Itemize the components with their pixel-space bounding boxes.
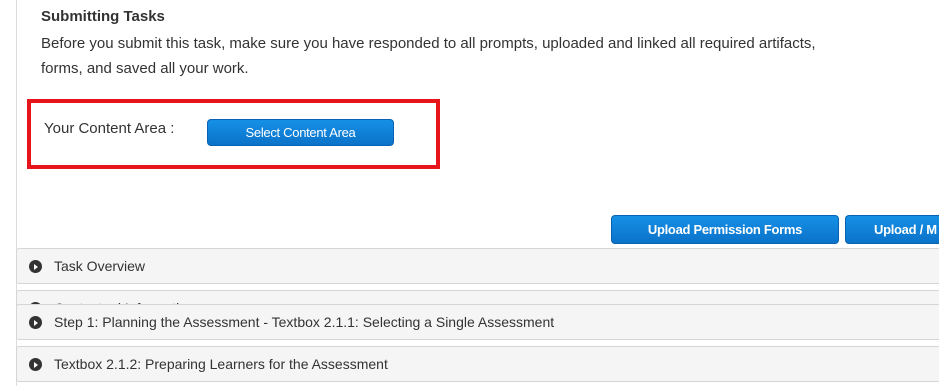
select-content-area-button[interactable]: Select Content Area xyxy=(207,119,394,146)
accordion-textbox-2-1-2[interactable]: Textbox 2.1.2: Preparing Learners for th… xyxy=(16,346,939,382)
upload-button[interactable]: Upload / M xyxy=(845,215,939,244)
section-description: Before you submit this task, make sure y… xyxy=(41,31,939,81)
accordion-step-1-planning[interactable]: Step 1: Planning the Assessment - Textbo… xyxy=(16,304,939,340)
description-line-1: Before you submit this task, make sure y… xyxy=(41,35,816,52)
accordion-task-overview[interactable]: Task Overview xyxy=(16,248,939,284)
chevron-right-circle-icon xyxy=(29,316,42,329)
section-title: Submitting Tasks xyxy=(41,8,165,25)
accordion-label: Textbox 2.1.2: Preparing Learners for th… xyxy=(54,356,388,372)
content-area-label: Your Content Area : xyxy=(44,120,175,137)
accordion-label: Step 1: Planning the Assessment - Textbo… xyxy=(54,314,555,330)
accordion-label: Task Overview xyxy=(54,258,146,274)
chevron-right-circle-icon xyxy=(29,358,42,371)
upload-permission-forms-button[interactable]: Upload Permission Forms xyxy=(611,215,839,244)
description-line-2: forms, and saved all your work. xyxy=(41,60,249,77)
chevron-right-circle-icon xyxy=(29,260,42,273)
